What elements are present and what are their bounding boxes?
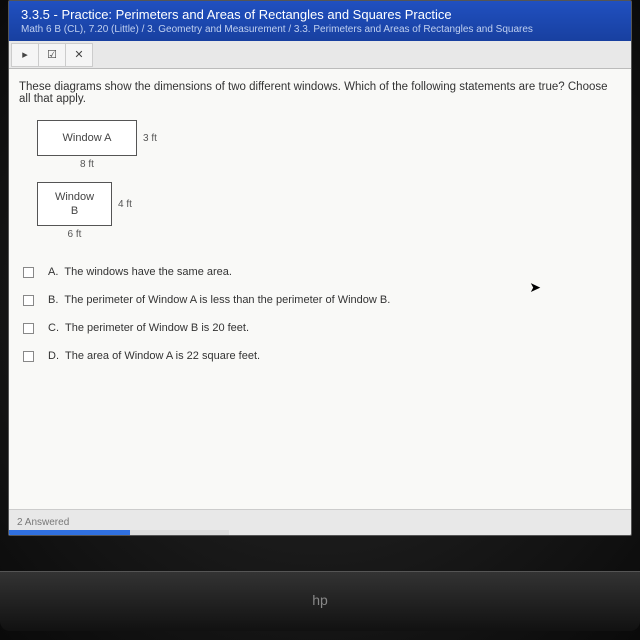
window-a-diagram: Window A 3 ft 8 ft [19, 120, 621, 170]
breadcrumb: Math 6 B (CL), 7.20 (Little) / 3. Geomet… [21, 24, 619, 35]
window-b-box: Window B [37, 182, 112, 226]
option-c-text: The perimeter of Window B is 20 feet. [65, 322, 249, 334]
window-a-height: 3 ft [143, 133, 157, 144]
question-text: These diagrams show the dimensions of tw… [19, 81, 621, 105]
window-b-label-top: Window [55, 190, 94, 204]
toolbar-check-button[interactable]: ☑ [38, 43, 66, 67]
cursor-icon: ➤ [529, 279, 541, 296]
options-list: A. The windows have the same area. B. Th… [19, 258, 621, 370]
progress-bar [9, 530, 229, 535]
window-b-width: 6 ft [37, 229, 112, 240]
hp-logo-icon: hp [0, 572, 640, 608]
window-b-label-bottom: B [71, 204, 78, 218]
window-b-diagram: Window B 4 ft 6 ft [19, 182, 621, 240]
checkbox-c[interactable] [23, 323, 34, 334]
page-header: 3.3.5 - Practice: Perimeters and Areas o… [9, 1, 631, 41]
option-a-text: The windows have the same area. [64, 266, 232, 278]
toolbar-nav-button[interactable]: ▸ [11, 43, 39, 67]
option-b-text: The perimeter of Window A is less than t… [64, 294, 390, 306]
checkbox-b[interactable] [23, 295, 34, 306]
option-a-letter: A. [48, 266, 58, 278]
window-b-height: 4 ft [118, 199, 132, 210]
checkbox-a[interactable] [23, 267, 34, 278]
checkbox-d[interactable] [23, 351, 34, 362]
window-a-box: Window A [37, 120, 137, 156]
content-area: These diagrams show the dimensions of tw… [9, 69, 631, 509]
footer: 2 Answered [9, 509, 631, 535]
option-d-text: The area of Window A is 22 square feet. [65, 350, 260, 362]
toolbar: ▸ ☑ ✕ [9, 41, 631, 69]
window-a-width: 8 ft [37, 159, 137, 170]
option-c[interactable]: C. The perimeter of Window B is 20 feet. [19, 314, 621, 342]
toolbar-close-button[interactable]: ✕ [65, 43, 93, 67]
option-b-letter: B. [48, 294, 58, 306]
option-d[interactable]: D. The area of Window A is 22 square fee… [19, 342, 621, 370]
header-title: 3.3.5 - Practice: Perimeters and Areas o… [21, 7, 619, 22]
footer-status: 2 Answered [17, 517, 69, 528]
app-window: 3.3.5 - Practice: Perimeters and Areas o… [8, 0, 632, 536]
progress-fill [9, 530, 130, 535]
option-d-letter: D. [48, 350, 59, 362]
option-c-letter: C. [48, 322, 59, 334]
window-a-label: Window A [63, 132, 112, 144]
laptop-bezel: hp [0, 571, 640, 631]
